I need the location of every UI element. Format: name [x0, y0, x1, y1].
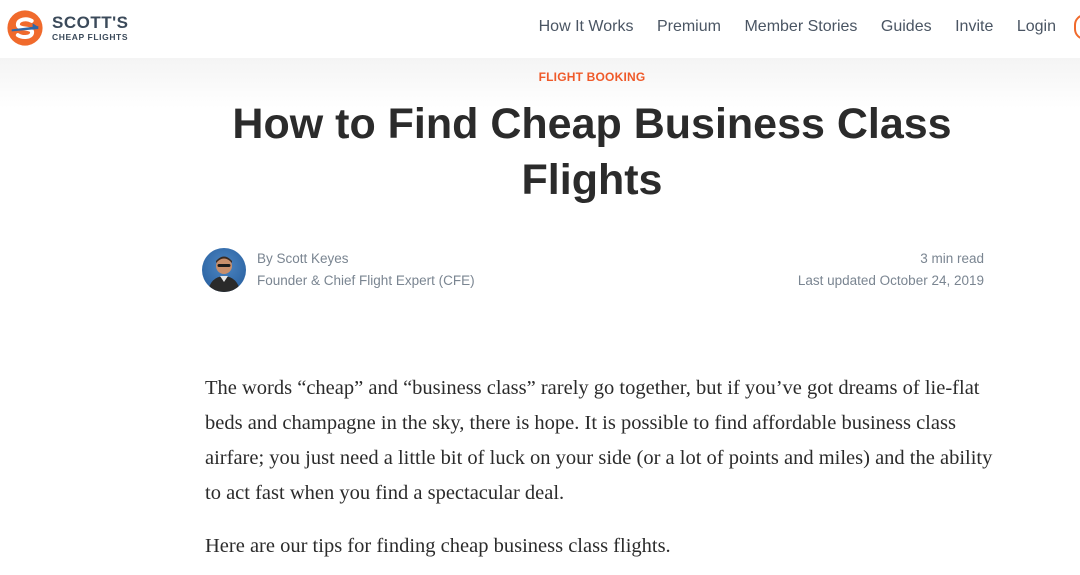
signup-button-edge[interactable] — [1074, 14, 1080, 40]
author-avatar[interactable] — [202, 248, 246, 292]
article-title: How to Find Cheap Business Class Flights — [232, 100, 952, 204]
article-paragraph-tips: Here are our tips for finding cheap busi… — [205, 535, 671, 557]
nav-login[interactable]: Login — [1017, 18, 1056, 36]
author-block: By Scott Keyes Founder & Chief Flight Ex… — [202, 248, 475, 292]
avatar-photo-icon — [208, 256, 240, 292]
nav-how-it-works[interactable]: How It Works — [539, 18, 634, 36]
site-header: SCOTT'S CHEAP FLIGHTS How It Works Premi… — [0, 0, 1080, 58]
author-role: Founder & Chief Flight Expert (CFE) — [257, 273, 475, 288]
article-category[interactable]: FLIGHT BOOKING — [0, 70, 1080, 84]
nav-invite[interactable]: Invite — [955, 18, 993, 36]
logo-tagline: CHEAP FLIGHTS — [52, 32, 129, 43]
article-paragraph-intro: The words “cheap” and “business class” r… — [205, 377, 993, 504]
nav-guides[interactable]: Guides — [881, 18, 932, 36]
site-logo[interactable]: SCOTT'S CHEAP FLIGHTS — [6, 9, 129, 47]
read-time: 3 min read — [920, 251, 984, 266]
nav-premium[interactable]: Premium — [657, 18, 721, 36]
main-nav: How It Works Premium Member Stories Guid… — [515, 18, 1056, 36]
logo-mark-icon — [7, 10, 43, 46]
last-updated: Last updated October 24, 2019 — [797, 273, 984, 288]
author-byline[interactable]: By Scott Keyes — [257, 248, 475, 270]
logo-name: SCOTT'S — [52, 13, 129, 33]
article-meta: 3 min read Last updated October 24, 2019 — [798, 248, 984, 292]
nav-member-stories[interactable]: Member Stories — [744, 18, 857, 36]
article-body: The words “cheap” and “business class” r… — [205, 371, 995, 575]
